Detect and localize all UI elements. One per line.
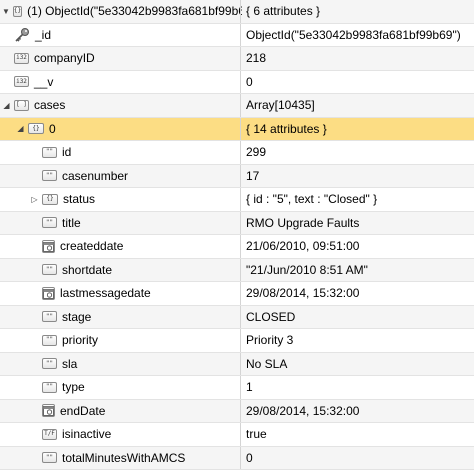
object-icon: {} xyxy=(42,193,58,205)
int32-icon: i32 xyxy=(14,52,29,64)
field-value: 299 xyxy=(246,145,267,160)
tree-row-cases-0[interactable]: ◢ {} 0 { 14 attributes } xyxy=(0,117,474,141)
tree-row-lastmessagedate[interactable]: lastmessagedate 29/08/2014, 15:32:00 xyxy=(0,282,474,306)
field-name: 0 xyxy=(49,121,56,136)
tree-row-type[interactable]: "" type 1 xyxy=(0,376,474,400)
tree-row-endDate[interactable]: endDate 29/08/2014, 15:32:00 xyxy=(0,399,474,423)
date-icon xyxy=(42,404,55,418)
field-value: "21/Jun/2010 8:51 AM" xyxy=(246,262,368,277)
field-name: sla xyxy=(62,356,78,371)
field-name: _id xyxy=(35,27,52,42)
field-name: endDate xyxy=(60,403,106,418)
tree-row-shortdate[interactable]: "" shortdate "21/Jun/2010 8:51 AM" xyxy=(0,258,474,282)
tree-row-cases[interactable]: ◢ [ ] cases Array[10435] xyxy=(0,94,474,118)
field-icon: "" xyxy=(42,452,57,464)
field-name: lastmessagedate xyxy=(60,286,151,301)
field-name: companyID xyxy=(34,51,95,66)
field-name: createddate xyxy=(60,239,124,254)
field-value: { id : "5", text : "Closed" } xyxy=(246,192,378,207)
field-value: true xyxy=(246,427,267,442)
tree-row-createddate[interactable]: createddate 21/06/2010, 09:51:00 xyxy=(0,235,474,259)
document-tree: ▼ {} (1) ObjectId("5e33042b9983fa681bf99… xyxy=(0,0,474,470)
field-icon: "" xyxy=(42,358,57,370)
field-name: totalMinutesWithAMCS xyxy=(62,450,186,465)
field-icon: "" xyxy=(42,311,57,323)
field-value: 29/08/2014, 15:32:00 xyxy=(246,403,360,418)
field-icon: "" xyxy=(42,334,57,346)
tree-row-stage[interactable]: "" stage CLOSED xyxy=(0,305,474,329)
field-value: { 6 attributes } xyxy=(246,4,321,19)
date-icon xyxy=(42,286,55,300)
field-value: 0 xyxy=(246,74,253,89)
tree-row-companyID[interactable]: i32 companyID 218 xyxy=(0,47,474,71)
expand-arrow-icon[interactable]: ▼ xyxy=(2,7,10,16)
expand-arrow-icon[interactable]: ◢ xyxy=(2,101,11,110)
expand-arrow-icon[interactable]: ▷ xyxy=(30,195,39,204)
tree-row-isinactive[interactable]: T/F isinactive true xyxy=(0,423,474,447)
tree-row-_id[interactable]: _id ObjectId("5e33042b9983fa681bf99b69") xyxy=(0,23,474,47)
field-name: shortdate xyxy=(62,262,113,277)
date-icon xyxy=(42,239,55,253)
field-value: 1 xyxy=(246,380,253,395)
tree-row-priority[interactable]: "" priority Priority 3 xyxy=(0,329,474,353)
field-value: 29/08/2014, 15:32:00 xyxy=(246,286,360,301)
field-value: RMO Upgrade Faults xyxy=(246,215,360,230)
tree-row-id[interactable]: "" id 299 xyxy=(0,141,474,165)
field-value: 218 xyxy=(246,51,267,66)
tree-row-sla[interactable]: "" sla No SLA xyxy=(0,352,474,376)
bool-icon: T/F xyxy=(42,428,57,440)
field-name: title xyxy=(62,215,81,230)
field-name: casenumber xyxy=(62,168,129,183)
tree-row-__v[interactable]: i32 __v 0 xyxy=(0,70,474,94)
field-value: ObjectId("5e33042b9983fa681bf99b69") xyxy=(246,27,461,42)
field-value: CLOSED xyxy=(246,309,296,324)
field-icon: "" xyxy=(42,146,57,158)
field-value: Array[10435] xyxy=(246,98,315,113)
object-icon: {} xyxy=(12,5,23,17)
int32-icon: i32 xyxy=(14,76,29,88)
field-name: priority xyxy=(62,333,99,348)
field-icon: "" xyxy=(42,264,57,276)
field-value: 21/06/2010, 09:51:00 xyxy=(246,239,360,254)
field-name: __v xyxy=(34,74,54,89)
field-name: isinactive xyxy=(62,427,112,442)
field-name: type xyxy=(62,380,85,395)
field-name: id xyxy=(62,145,72,160)
field-name: status xyxy=(63,192,96,207)
field-name: (1) ObjectId("5e33042b9983fa681bf99b69") xyxy=(27,4,242,19)
object-icon: {} xyxy=(28,123,44,135)
tree-row-root-document[interactable]: ▼ {} (1) ObjectId("5e33042b9983fa681bf99… xyxy=(0,0,474,24)
tree-row-totalMinutesWithAMCS[interactable]: "" totalMinutesWithAMCS 0 xyxy=(0,446,474,470)
field-name: cases xyxy=(34,98,66,113)
field-value: 0 xyxy=(246,450,253,465)
field-value: 17 xyxy=(246,168,260,183)
tree-row-title[interactable]: "" title RMO Upgrade Faults xyxy=(0,211,474,235)
tree-row-status[interactable]: ▷ {} status { id : "5", text : "Closed" … xyxy=(0,188,474,212)
expand-arrow-icon[interactable]: ◢ xyxy=(16,124,25,133)
field-icon: "" xyxy=(42,170,57,182)
field-icon: "" xyxy=(42,381,57,393)
field-value: No SLA xyxy=(246,356,288,371)
field-icon: "" xyxy=(42,217,57,229)
key-icon xyxy=(14,27,30,43)
field-value: { 14 attributes } xyxy=(246,121,327,136)
field-value: Priority 3 xyxy=(246,333,294,348)
field-name: stage xyxy=(62,309,92,324)
array-icon: [ ] xyxy=(14,99,29,111)
tree-row-casenumber[interactable]: "" casenumber 17 xyxy=(0,164,474,188)
